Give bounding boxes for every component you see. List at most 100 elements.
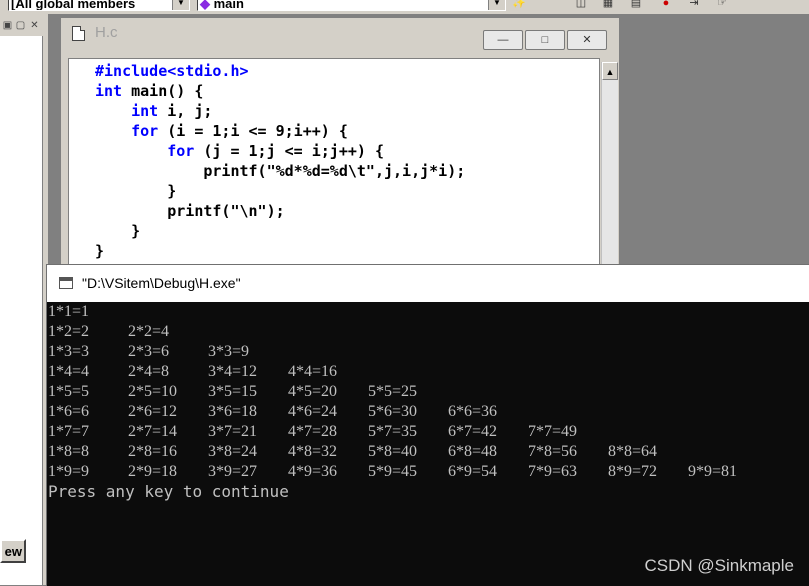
console-cell: 3*3=9 xyxy=(208,343,250,360)
console-cell: 5*9=45 xyxy=(368,463,418,480)
console-cell: 2*7=14 xyxy=(128,423,178,440)
console-title: "D:\VSitem\Debug\H.exe" xyxy=(82,275,241,291)
code-text: } xyxy=(95,242,105,260)
console-cell: 6*6=36 xyxy=(448,403,498,420)
editor-title: H.c xyxy=(95,24,118,41)
code-editor[interactable]: #include<stdio.h> int main() { int i, j; … xyxy=(68,58,600,280)
code-line: #include<stdio.h> xyxy=(95,61,599,81)
console-cell: 4*4=16 xyxy=(288,363,338,380)
console-line: 1*4=4 2*4=8 3*4=12 4*4=16 xyxy=(47,362,809,382)
breakpoint-icon[interactable]: ● xyxy=(658,0,674,10)
code-text: printf("\n"); xyxy=(95,202,285,220)
code-text: main() { xyxy=(122,82,204,100)
console-cell: 4*5=20 xyxy=(288,383,338,400)
editor-titlebar[interactable]: H.c — □ ✕ xyxy=(61,18,619,50)
watermark: CSDN @Sinkmaple xyxy=(644,556,794,575)
class-combo[interactable]: [All global members ▼ xyxy=(8,0,190,11)
console-cell: 5*8=40 xyxy=(368,443,418,460)
member-icon: ◆ xyxy=(200,0,210,11)
console-cell: 2*3=6 xyxy=(128,343,170,360)
console-cell: 3*5=15 xyxy=(208,383,258,400)
code-text: (i = 1;i <= 9;i++) { xyxy=(158,122,348,140)
code-keyword: #include<stdio.h> xyxy=(95,62,249,80)
code-text: } xyxy=(95,182,177,200)
code-text: i, j; xyxy=(158,102,213,120)
source-file-icon xyxy=(72,26,85,41)
console-cell: 4*8=32 xyxy=(288,443,338,460)
console-cell: 4*7=28 xyxy=(288,423,338,440)
close-icon[interactable]: ✕ xyxy=(28,20,41,32)
console-line: 1*3=3 2*3=6 3*3=9 xyxy=(47,342,809,362)
code-line: } xyxy=(95,241,599,261)
console-cell: 1*1=1 xyxy=(48,303,90,320)
code-keyword: int xyxy=(95,82,123,100)
table-icon[interactable]: ▤ xyxy=(628,0,644,10)
workspace-pane: ▣ ▢ ✕ ew xyxy=(0,14,48,585)
console-cell: 5*6=30 xyxy=(368,403,418,420)
console-line: 1*1=1 xyxy=(47,302,809,322)
console-cell: 1*7=7 xyxy=(48,423,90,440)
chevron-down-icon[interactable]: ▼ xyxy=(488,0,505,10)
close-button[interactable]: ✕ xyxy=(567,30,607,50)
console-cell: 5*5=25 xyxy=(368,383,418,400)
code-line: int i, j; xyxy=(95,101,599,121)
console-cell: 6*7=42 xyxy=(448,423,498,440)
view-tab[interactable]: ew xyxy=(0,539,26,563)
code-text: printf("%d*%d=%d\t",j,i,j*i); xyxy=(95,162,466,180)
maximize-button[interactable]: □ xyxy=(525,30,565,50)
toolbar: [All global members ▼ ◆ main ▼ ✨ ◫ ▦ ▤ ●… xyxy=(0,0,809,14)
console-cell: 1*6=6 xyxy=(48,403,90,420)
wizard-icon[interactable]: ✨ xyxy=(511,0,527,10)
console-titlebar[interactable]: "D:\VSitem\Debug\H.exe" xyxy=(47,265,809,302)
grid-icon[interactable]: ▦ xyxy=(600,0,616,10)
member-combo[interactable]: ◆ main ▼ xyxy=(197,0,506,11)
minimize-button[interactable]: — xyxy=(483,30,523,50)
console-output: 1*1=1 1*2=2 2*2=4 1*3=3 2*3=6 3*3=9 1*4=4 2*4=8… xyxy=(47,302,809,586)
chevron-down-icon[interactable]: ▼ xyxy=(172,0,189,10)
code-keyword: for xyxy=(167,142,195,160)
code-line: } xyxy=(95,221,599,241)
workspace-tree[interactable] xyxy=(0,36,43,585)
console-cell: 2*5=10 xyxy=(128,383,178,400)
code-line: printf("\n"); xyxy=(95,201,599,221)
member-combo-value: main xyxy=(213,0,244,11)
console-line: 1*8=8 2*8=16 3*8=24 4*8=32 5*8=40 6*8=48 7*8=5… xyxy=(47,442,809,462)
console-cell: 2*9=18 xyxy=(128,463,178,480)
console-line: 1*5=5 2*5=10 3*5=15 4*5=20 5*5=25 xyxy=(47,382,809,402)
console-cell: 1*8=8 xyxy=(48,443,90,460)
console-cell: 3*9=27 xyxy=(208,463,258,480)
editor-window: H.c — □ ✕ #include<stdio.h> int main() { … xyxy=(60,17,620,280)
console-line: 1*2=2 2*2=4 xyxy=(47,322,809,342)
console-window: "D:\VSitem\Debug\H.exe" 1*1=1 1*2=2 2*2=4 1… xyxy=(46,264,809,586)
console-cell: 3*6=18 xyxy=(208,403,258,420)
console-cell: 1*3=3 xyxy=(48,343,90,360)
console-line: 1*9=9 2*9=18 3*9=27 4*9=36 5*9=45 6*9=54 7*9=6… xyxy=(47,462,809,482)
console-cell: 3*8=24 xyxy=(208,443,258,460)
console-cell: 1*9=9 xyxy=(48,463,90,480)
console-cell: 7*7=49 xyxy=(528,423,578,440)
console-cell: 2*8=16 xyxy=(128,443,178,460)
console-cell: 2*4=8 xyxy=(128,363,170,380)
console-cell: 8*9=72 xyxy=(608,463,658,480)
source-code: #include<stdio.h> int main() { int i, j; … xyxy=(69,59,599,261)
code-line: printf("%d*%d=%d\t",j,i,j*i); xyxy=(95,161,599,181)
hand-icon[interactable]: ☞ xyxy=(714,0,730,10)
pane-restore-icon[interactable]: ▣ xyxy=(1,20,14,32)
console-prompt: Press any key to continue xyxy=(48,482,289,501)
code-line: for (j = 1;j <= i;j++) { xyxy=(95,141,599,161)
vertical-scrollbar[interactable]: ▲ xyxy=(601,62,618,278)
console-cell: 1*4=4 xyxy=(48,363,90,380)
console-cell: 4*9=36 xyxy=(288,463,338,480)
scroll-up-icon[interactable]: ▲ xyxy=(602,62,618,80)
dialog-icon[interactable]: ◫ xyxy=(573,0,589,10)
console-cell: 7*8=56 xyxy=(528,443,578,460)
pane-dock-icon[interactable]: ▢ xyxy=(14,20,27,32)
step-icon[interactable]: ⇥ xyxy=(686,0,702,10)
code-line: int main() { xyxy=(95,81,599,101)
console-cell: 6*9=54 xyxy=(448,463,498,480)
code-line: } xyxy=(95,181,599,201)
console-cell: 3*4=12 xyxy=(208,363,258,380)
console-cell: 2*2=4 xyxy=(128,323,170,340)
